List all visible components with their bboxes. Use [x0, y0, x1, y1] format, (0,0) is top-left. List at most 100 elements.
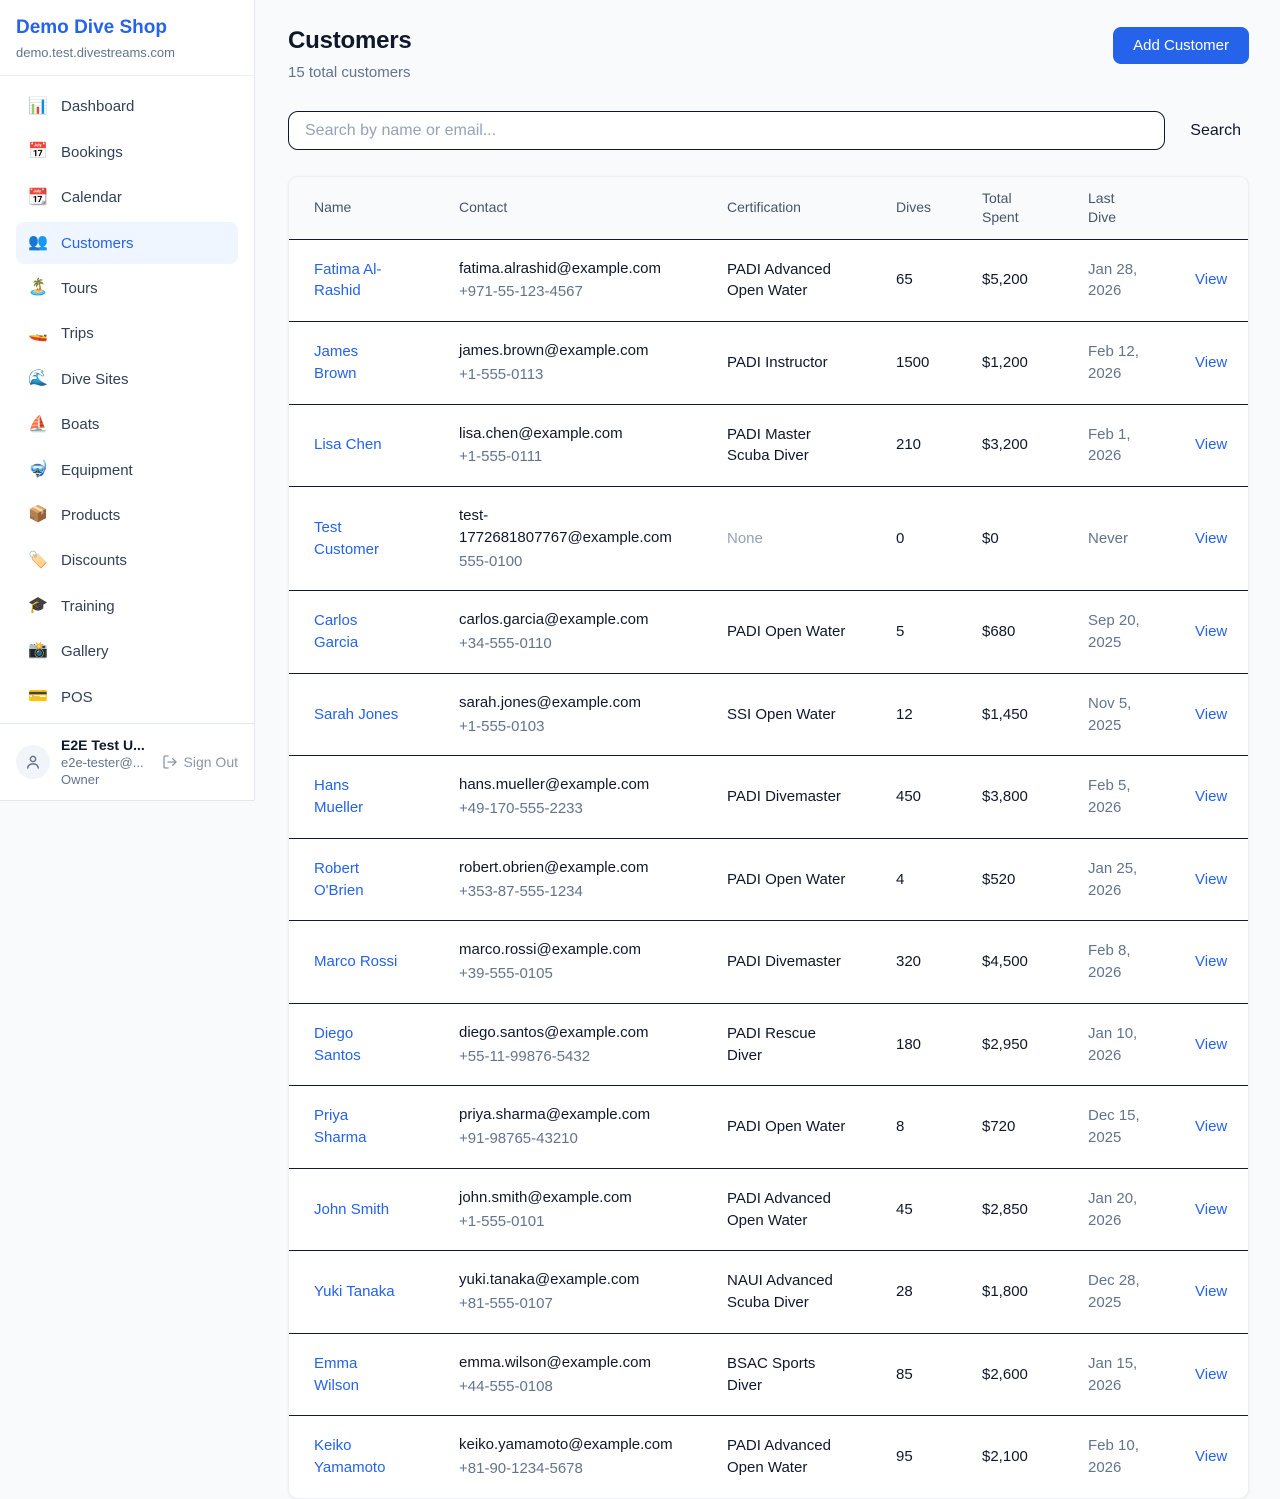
sidebar-item-pos[interactable]: 💳 POS: [16, 676, 238, 718]
search-input[interactable]: [288, 111, 1165, 150]
customer-name-link[interactable]: Test Customer: [314, 519, 379, 558]
customer-phone: +81-555-0107: [459, 1293, 684, 1315]
customer-name-link[interactable]: Hans Mueller: [314, 777, 363, 816]
sidebar-item-label: Trips: [61, 323, 94, 344]
sidebar-item-label: Equipment: [61, 460, 133, 481]
table-row: Fatima Al-Rashid fatima.alrashid@example…: [289, 239, 1248, 322]
view-link[interactable]: View: [1195, 436, 1227, 453]
view-link[interactable]: View: [1195, 871, 1227, 888]
customer-name-link[interactable]: Yuki Tanaka: [314, 1283, 395, 1300]
customer-email: yuki.tanaka@example.com: [459, 1269, 684, 1291]
customer-last-dive: Jan 28, 2026: [1063, 239, 1163, 322]
column-header-name: Name: [289, 177, 434, 239]
customer-name-link[interactable]: Keiko Yamamoto: [314, 1437, 385, 1476]
sidebar-user-footer: E2E Test U... e2e-tester@... Owner Sign …: [0, 723, 254, 800]
view-link[interactable]: View: [1195, 706, 1227, 723]
graduation-cap-icon: 🎓: [28, 595, 48, 617]
user-name: E2E Test U...: [61, 737, 145, 753]
customer-certification: PADI Instructor: [727, 354, 828, 371]
view-link[interactable]: View: [1195, 1201, 1227, 1218]
table-row: Keiko Yamamoto keiko.yamamoto@example.co…: [289, 1416, 1248, 1498]
customer-total-spent: $0: [957, 487, 1063, 591]
sidebar-item-label: Dashboard: [61, 96, 134, 117]
table-row: Carlos Garcia carlos.garcia@example.com …: [289, 591, 1248, 674]
diving-mask-icon: 🤿: [28, 459, 48, 481]
customer-name-link[interactable]: James Brown: [314, 343, 358, 382]
shop-name[interactable]: Demo Dive Shop: [16, 17, 238, 40]
tag-icon: 🏷️: [28, 550, 48, 572]
tear-off-calendar-icon: 📆: [28, 187, 48, 209]
customer-email: carlos.garcia@example.com: [459, 609, 684, 631]
package-icon: 📦: [28, 504, 48, 526]
customer-total-spent: $4,500: [957, 921, 1063, 1004]
customer-total-spent: $1,450: [957, 673, 1063, 756]
sidebar-item-calendar[interactable]: 📆 Calendar: [16, 177, 238, 219]
table-row: Test Customer test-1772681807767@example…: [289, 487, 1248, 591]
table-row: Hans Mueller hans.mueller@example.com +4…: [289, 756, 1248, 839]
customer-dives: 95: [871, 1416, 957, 1498]
customer-certification: None: [727, 530, 763, 547]
customer-name-link[interactable]: Fatima Al-Rashid: [314, 261, 382, 300]
sidebar-item-training[interactable]: 🎓 Training: [16, 585, 238, 627]
avatar: [16, 745, 50, 779]
bar-chart-icon: 📊: [28, 96, 48, 118]
customer-phone: +1-555-0103: [459, 716, 684, 738]
customer-certification: BSAC Sports Diver: [727, 1355, 815, 1394]
customer-name-link[interactable]: Marco Rossi: [314, 953, 397, 970]
customer-total-spent: $1,200: [957, 322, 1063, 405]
calendar-icon: 📅: [28, 141, 48, 163]
customer-name-link[interactable]: Robert O'Brien: [314, 860, 364, 899]
view-link[interactable]: View: [1195, 354, 1227, 371]
customer-certification: PADI Divemaster: [727, 788, 841, 805]
table-header-row: Name Contact Certification Dives Total S…: [289, 177, 1248, 239]
sidebar-item-label: Bookings: [61, 142, 123, 163]
customer-total-spent: $2,950: [957, 1003, 1063, 1086]
customer-phone: +971-55-123-4567: [459, 281, 684, 303]
customer-last-dive: Feb 12, 2026: [1063, 322, 1163, 405]
customer-dives: 320: [871, 921, 957, 1004]
table-row: Priya Sharma priya.sharma@example.com +9…: [289, 1086, 1248, 1169]
sidebar-item-boats[interactable]: ⛵ Boats: [16, 404, 238, 446]
customer-total-spent: $520: [957, 838, 1063, 921]
view-link[interactable]: View: [1195, 1448, 1227, 1465]
customer-name-link[interactable]: Sarah Jones: [314, 706, 398, 723]
sidebar-item-trips[interactable]: 🚤 Trips: [16, 313, 238, 355]
sidebar-item-dashboard[interactable]: 📊 Dashboard: [16, 86, 238, 128]
customer-name-link[interactable]: Emma Wilson: [314, 1355, 359, 1394]
sidebar-item-products[interactable]: 📦 Products: [16, 494, 238, 536]
customer-total-spent: $680: [957, 591, 1063, 674]
customer-name-link[interactable]: Lisa Chen: [314, 436, 382, 453]
customer-dives: 450: [871, 756, 957, 839]
sidebar-item-dive-sites[interactable]: 🌊 Dive Sites: [16, 358, 238, 400]
customer-name-link[interactable]: John Smith: [314, 1201, 389, 1218]
customer-dives: 45: [871, 1168, 957, 1251]
person-icon: [24, 753, 42, 771]
customer-email: diego.santos@example.com: [459, 1022, 684, 1044]
view-link[interactable]: View: [1195, 1366, 1227, 1383]
sidebar-item-discounts[interactable]: 🏷️ Discounts: [16, 540, 238, 582]
customer-name-link[interactable]: Diego Santos: [314, 1025, 361, 1064]
customer-name-link[interactable]: Priya Sharma: [314, 1107, 367, 1146]
view-link[interactable]: View: [1195, 953, 1227, 970]
view-link[interactable]: View: [1195, 271, 1227, 288]
customer-certification: PADI Open Water: [727, 871, 845, 888]
view-link[interactable]: View: [1195, 530, 1227, 547]
add-customer-button[interactable]: Add Customer: [1113, 27, 1249, 64]
sidebar-item-tours[interactable]: 🏝️ Tours: [16, 267, 238, 309]
sidebar-item-customers[interactable]: 👥 Customers: [16, 222, 238, 264]
view-link[interactable]: View: [1195, 623, 1227, 640]
view-link[interactable]: View: [1195, 788, 1227, 805]
customer-name-link[interactable]: Carlos Garcia: [314, 612, 358, 651]
speedboat-icon: 🚤: [28, 323, 48, 345]
sidebar-item-gallery[interactable]: 📸 Gallery: [16, 630, 238, 672]
sidebar-header: Demo Dive Shop demo.test.divestreams.com: [0, 0, 254, 76]
view-link[interactable]: View: [1195, 1118, 1227, 1135]
view-link[interactable]: View: [1195, 1283, 1227, 1300]
table-row: John Smith john.smith@example.com +1-555…: [289, 1168, 1248, 1251]
sign-out-button[interactable]: Sign Out: [162, 754, 238, 770]
view-link[interactable]: View: [1195, 1036, 1227, 1053]
customer-last-dive: Sep 20, 2025: [1063, 591, 1163, 674]
search-button[interactable]: Search: [1190, 122, 1249, 140]
sidebar-item-bookings[interactable]: 📅 Bookings: [16, 131, 238, 173]
sidebar-item-equipment[interactable]: 🤿 Equipment: [16, 449, 238, 491]
